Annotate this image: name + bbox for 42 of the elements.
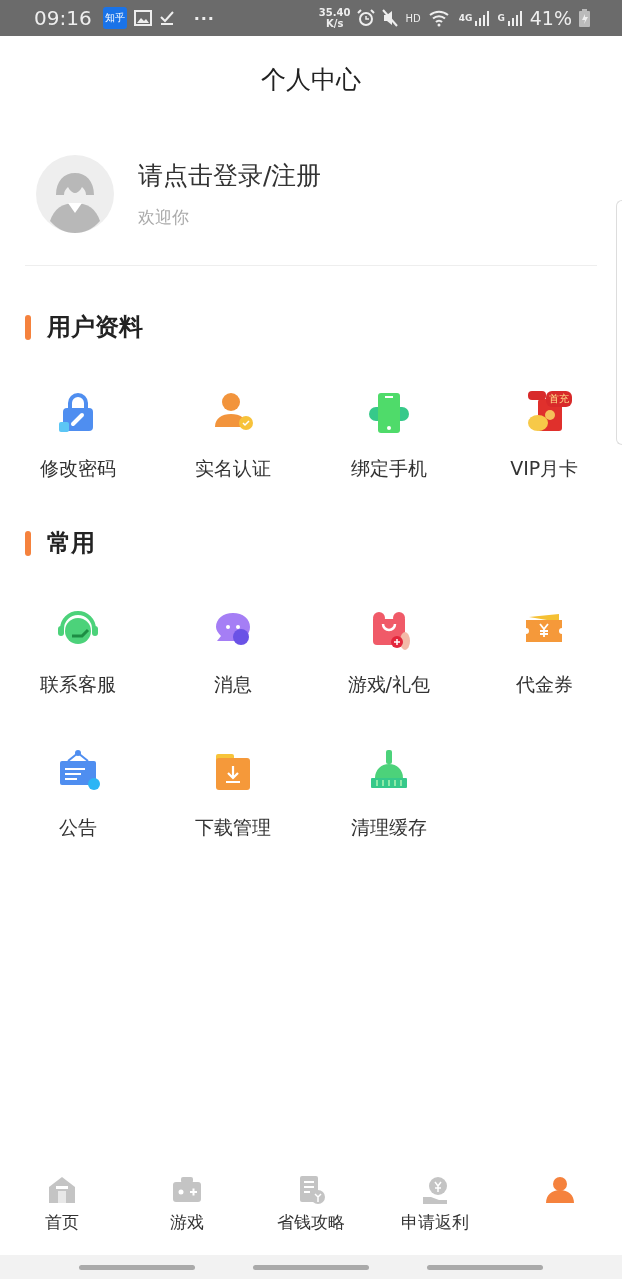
section-marker (25, 530, 31, 556)
nav-tab[interactable]: 省钱攻略 (248, 1169, 374, 1255)
network-type: G (497, 13, 505, 23)
network-type: 4G (458, 13, 473, 23)
nav-tab[interactable]: 游戏 (124, 1169, 249, 1255)
status-time: 09:16 (34, 6, 92, 30)
avatar-icon[interactable] (36, 155, 114, 233)
alarm-icon (357, 9, 376, 27)
section-marker (25, 314, 31, 340)
login-link[interactable]: 请点击登录/注册 (138, 159, 322, 192)
image-icon (133, 10, 152, 26)
gesture-handle[interactable] (79, 1264, 195, 1270)
menu-item-label[interactable]: VIP月卡 (510, 456, 579, 482)
menu-item-label[interactable]: 游戏/礼包 (347, 672, 430, 698)
menu-item-label[interactable]: 公告 (58, 815, 97, 841)
menu-item-label[interactable]: 代金券 (515, 672, 573, 698)
nav-tab[interactable]: 首页 (0, 1169, 125, 1255)
menu-item-label[interactable]: 修改密码 (39, 456, 116, 482)
page-title: 个人中心 (261, 63, 361, 96)
mute-icon (382, 9, 399, 27)
menu-item-label[interactable]: 清理缓存 (350, 815, 427, 841)
hd-indicator: HD (405, 12, 421, 24)
signal-icon (506, 10, 523, 26)
menu-item-label[interactable]: 绑定手机 (350, 456, 427, 482)
app-notification-badge: 知乎 (102, 7, 127, 29)
first-recharge-badge: 首充 (545, 391, 572, 407)
signal-icon (474, 10, 491, 26)
more-notifications: ··· (193, 8, 215, 28)
battery-percent: 41% (529, 7, 572, 29)
welcome-text: 欢迎你 (138, 206, 190, 229)
menu-item-label[interactable]: 联系客服 (39, 672, 116, 698)
gesture-handle[interactable] (253, 1264, 369, 1270)
network-speed: 35.40 K/s (318, 7, 351, 29)
check-icon (158, 10, 175, 26)
gesture-handle[interactable] (427, 1264, 543, 1270)
menu-item-label[interactable]: 下载管理 (195, 815, 272, 841)
menu-item-label[interactable]: 实名认证 (195, 456, 272, 482)
battery-charging-icon (579, 9, 590, 27)
section-title: 常用 (47, 528, 95, 559)
menu-item-label[interactable]: 消息 (214, 672, 253, 698)
section-title: 用户资料 (47, 312, 143, 343)
nav-tab[interactable]: 申请返利 (373, 1169, 498, 1255)
